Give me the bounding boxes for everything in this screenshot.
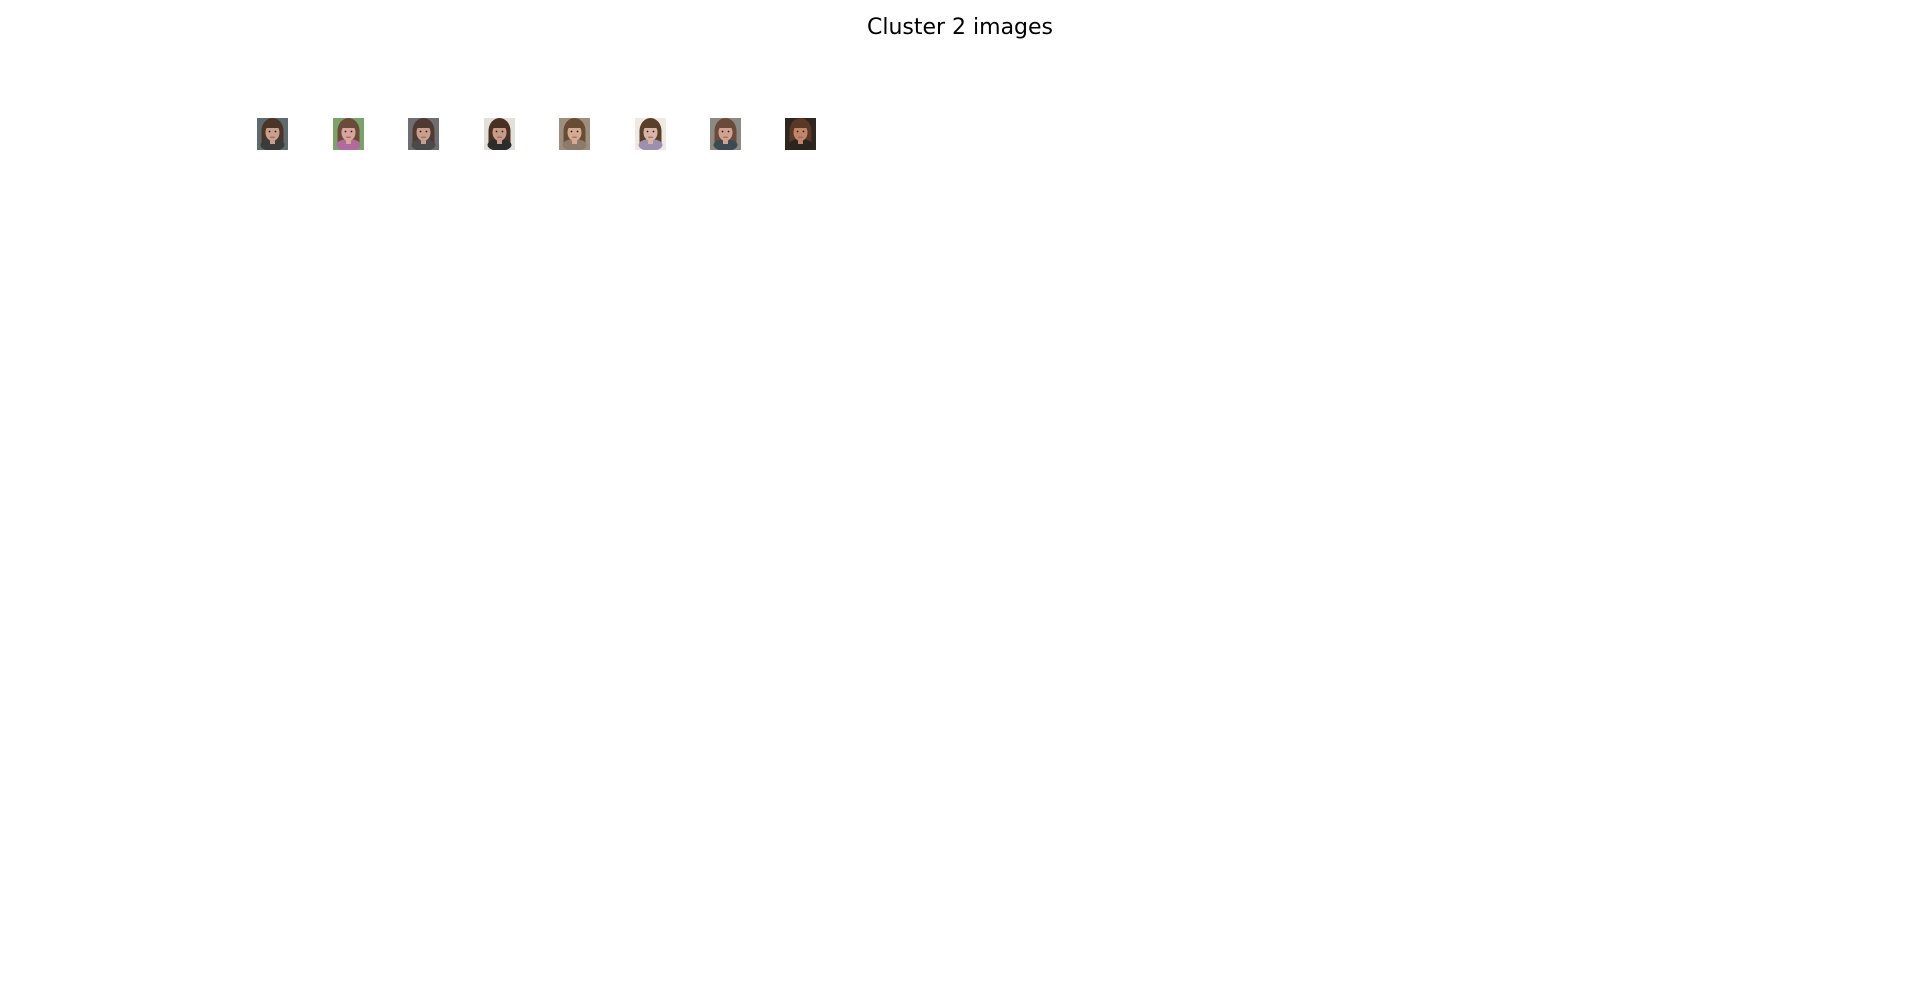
- figure-title: Cluster 2 images: [866, 15, 1054, 40]
- face-thumbnail-6: [635, 118, 666, 150]
- face-thumbnail-1: [257, 118, 288, 150]
- face-thumbnail-4: [484, 118, 515, 150]
- face-thumbnail-3: [408, 118, 439, 150]
- face-image: [785, 118, 816, 150]
- face-image: [559, 118, 590, 150]
- face-image: [408, 118, 439, 150]
- face-image: [635, 118, 666, 150]
- face-image: [484, 118, 515, 150]
- face-thumbnail-2: [333, 118, 364, 150]
- face-thumbnail-7: [710, 118, 741, 150]
- face-thumbnail-5: [559, 118, 590, 150]
- face-image: [333, 118, 364, 150]
- face-image: [710, 118, 741, 150]
- face-image: [257, 118, 288, 150]
- figure-canvas: Cluster 2 images: [0, 0, 1920, 985]
- face-thumbnail-8: [785, 118, 816, 150]
